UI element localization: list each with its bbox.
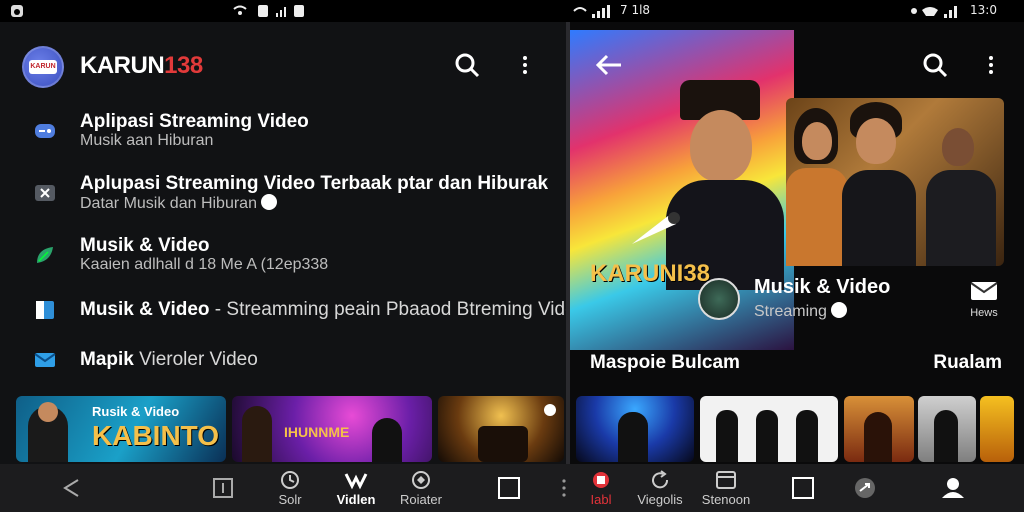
more-options-button[interactable]: [974, 48, 1008, 82]
nav-label: Iabl: [590, 491, 612, 507]
mail-icon: [34, 353, 56, 367]
search-button[interactable]: [918, 48, 952, 82]
left-panel: KARUN KARUN138 Aplipasi Streaming Video …: [0, 22, 586, 464]
nav-label: Viegolis: [637, 491, 683, 507]
hero-title: KARUNI38: [590, 260, 711, 287]
system-back-button[interactable]: [56, 464, 86, 512]
video-thumbnail[interactable]: [576, 396, 694, 462]
list-item-subtitle: Musik aan Hiburan: [80, 132, 214, 149]
app-notification-icon: [11, 5, 23, 17]
right-panel: KARUNI38 Musik & Video Streaming Hews Ma…: [570, 22, 1024, 464]
thumbnail-caption: Rusik & Video: [92, 404, 180, 419]
list-item-subtitle: Kaaien adlhall d 18 Me A (12ep338: [80, 256, 329, 273]
nav-label: Vidlen: [336, 491, 376, 507]
list-item[interactable]: Musik & Video Kaaien adlhall d 18 Me A (…: [0, 232, 566, 278]
video-thumbnail[interactable]: [438, 396, 564, 462]
mail-icon: [970, 282, 998, 300]
nav-label: Stenoon: [701, 491, 751, 507]
nav-item-roiater[interactable]: Roiater: [394, 464, 448, 512]
video-thumbnail[interactable]: Rusik & Video KABINTO: [16, 396, 226, 462]
section-heading: Maspoie Bulcam: [590, 352, 740, 373]
search-icon: [455, 53, 480, 78]
group-photo[interactable]: [786, 98, 1004, 266]
film-icon: [716, 470, 736, 489]
settings-icon: [412, 470, 430, 489]
game-controller-icon: [35, 124, 55, 138]
nav-label: Roiater: [400, 491, 442, 507]
search-icon: [923, 53, 948, 78]
nav-label: Solr: [278, 491, 302, 507]
nav-item-solr[interactable]: Solr: [268, 464, 312, 512]
back-triangle-icon: [63, 479, 79, 497]
channel-subtitle: Streaming: [754, 302, 848, 321]
status-bar: 7 1l8 13:0: [0, 0, 1024, 22]
status-time-left: 7 1l8: [620, 3, 651, 17]
logo-label: KARUN: [29, 60, 57, 74]
nav-item-share[interactable]: [850, 464, 880, 512]
system-recents-button[interactable]: [494, 464, 524, 512]
microphone-icon: [632, 212, 680, 244]
nav-item-iabl[interactable]: Iabl: [584, 464, 618, 512]
arrow-left-icon: [595, 54, 621, 76]
system-recents-button[interactable]: [788, 464, 818, 512]
thumbnail-title: KABINTO: [92, 420, 220, 451]
channel-title: Musik & Video: [754, 276, 891, 298]
brand-name: KARUN: [80, 52, 165, 79]
list-item-title: Mapik Vieroler Video: [80, 349, 258, 370]
square-icon: [498, 477, 520, 499]
record-icon: [593, 471, 609, 488]
leaf-icon: [37, 247, 53, 263]
wifi-battery-icon: [911, 6, 957, 18]
section-link[interactable]: Rualam: [933, 352, 1002, 374]
video-thumbnail[interactable]: [980, 396, 1014, 462]
nav-item-vidlen[interactable]: Vidlen: [328, 464, 384, 512]
video-thumbnail[interactable]: [700, 396, 838, 462]
split-handle[interactable]: [558, 464, 570, 512]
more-vertical-icon: [989, 56, 993, 74]
app-logo[interactable]: KARUN: [22, 46, 64, 88]
status-icons-left: [233, 5, 304, 17]
list-item[interactable]: Aplupasi Streaming Video Terbaak ptar da…: [0, 170, 566, 216]
refresh-icon: [652, 469, 669, 488]
video-thumbnail[interactable]: [918, 396, 976, 462]
square-icon: [792, 477, 814, 499]
video-thumbnail[interactable]: [844, 396, 914, 462]
list-item[interactable]: Aplipasi Streaming Video Musik aan Hibur…: [0, 108, 566, 154]
list-item-title: Aplipasi Streaming Video: [80, 111, 309, 132]
clock-icon: [281, 470, 299, 489]
list-item[interactable]: Mapik Vieroler Video: [0, 348, 566, 394]
list-item-subtitle: Datar Musik dan Hiburan: [80, 194, 278, 213]
signal-icon: [573, 5, 610, 18]
brand-number: 138: [164, 52, 203, 79]
more-vertical-icon: [562, 479, 566, 497]
book-icon: [36, 301, 54, 319]
nav-item-profile[interactable]: [936, 464, 970, 512]
back-button[interactable]: [592, 48, 626, 82]
nav-item-viegolis[interactable]: Viegolis: [632, 464, 688, 512]
list-item-title: Musik & Video: [80, 235, 210, 256]
news-label: Hews: [970, 307, 998, 319]
system-home-button[interactable]: [208, 464, 238, 512]
more-options-button[interactable]: [508, 48, 542, 82]
status-time-right: 13:0: [970, 3, 997, 17]
app-title: KARUN138: [80, 52, 203, 80]
list-item[interactable]: Musik & Video - Streamming peain Pbaaod …: [0, 298, 586, 344]
bottom-nav-bar: Solr Vidlen Roiater Iabl Viegolis Stenoo…: [0, 464, 1024, 512]
video-icon: [344, 472, 368, 489]
square-icon: [213, 478, 233, 498]
channel-avatar[interactable]: [698, 278, 740, 320]
more-vertical-icon: [523, 56, 527, 74]
user-icon: [942, 478, 964, 498]
share-icon: [855, 478, 875, 498]
video-cut-icon: [35, 185, 55, 201]
list-item-title: Aplupasi Streaming Video Terbaak ptar da…: [80, 173, 549, 194]
list-item-title: Musik & Video - Streamming peain Pbaaod …: [80, 299, 587, 320]
search-button[interactable]: [450, 48, 484, 82]
nav-item-stenoon[interactable]: Stenoon: [694, 464, 758, 512]
news-button[interactable]: Hews: [962, 280, 1006, 319]
thumbnail-title: IHUNNME: [284, 424, 350, 440]
video-thumbnail[interactable]: IHUNNME: [232, 396, 432, 462]
singer-face: [690, 110, 752, 182]
